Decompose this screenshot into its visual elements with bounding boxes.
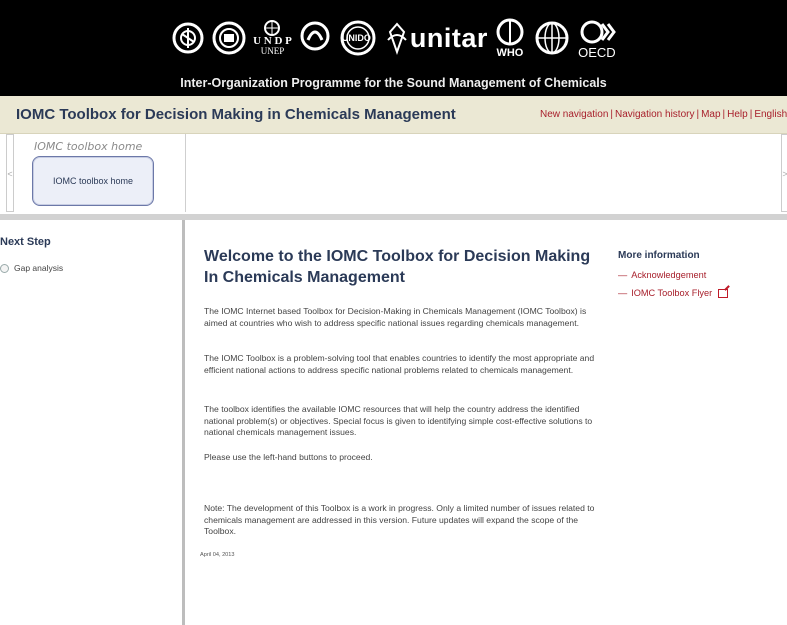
intro-paragraph: The IOMC Internet based Toolbox for Deci… (204, 306, 587, 328)
ilo-logo-icon (211, 18, 247, 58)
help-link[interactable]: Help (727, 109, 748, 120)
who-logo-icon: WHO (494, 18, 526, 59)
acknowledgement-link-label[interactable]: Acknowledgement (631, 270, 706, 280)
un-globe-logo-icon (532, 18, 572, 58)
unido-logo-text: UNIDO (341, 33, 371, 43)
scroll-right-button[interactable]: > (781, 134, 787, 212)
sidebar: Next Step Gap analysis (0, 220, 185, 625)
last-updated-date: April 04, 2013 (200, 552, 235, 558)
who-logo-text: WHO (496, 46, 524, 59)
instructions-paragraph: Please use the left-hand buttons to proc… (204, 452, 373, 462)
more-information-panel: More information — Acknowledgement — IOM… (618, 250, 787, 306)
map-link[interactable]: Map (701, 109, 720, 120)
header-banner: U N D P UNEP UNIDO unitar WHO OECD Inter… (0, 0, 787, 96)
purpose-paragraph: The IOMC Toolbox is a problem-solving to… (204, 353, 595, 375)
title-bar: IOMC Toolbox for Decision Making in Chem… (0, 96, 787, 134)
more-information-heading: More information (618, 250, 700, 261)
new-navigation-link[interactable]: New navigation (540, 109, 608, 120)
unep-logo-icon (298, 18, 332, 58)
nav-caption: IOMC toolbox home (34, 140, 143, 153)
scroll-left-button[interactable]: < (6, 134, 14, 212)
unep-text: UNEP (260, 46, 285, 56)
fao-logo-icon (171, 18, 205, 58)
oecd-logo-icon: OECD (578, 18, 616, 59)
resources-paragraph: The toolbox identifies the available IOM… (204, 404, 593, 438)
undp-logo-text: U N D P (253, 35, 292, 47)
gap-analysis-radio[interactable] (0, 263, 9, 273)
partner-logos: U N D P UNEP UNIDO unitar WHO OECD (0, 8, 787, 68)
oecd-logo-text: OECD (578, 44, 616, 60)
main-content: Welcome to the IOMC Toolbox for Decision… (186, 220, 787, 625)
toolbox-flyer-link-label[interactable]: IOMC Toolbox Flyer (631, 288, 712, 298)
undp-logo-icon: U N D P UNEP (253, 20, 292, 56)
top-navigation: New navigation | Navigation history | Map | He… (540, 109, 787, 120)
language-link[interactable]: English (754, 109, 787, 120)
toolbox-flyer-link[interactable]: — IOMC Toolbox Flyer (618, 288, 787, 298)
acknowledgement-link[interactable]: — Acknowledgement (618, 270, 787, 280)
note-paragraph: Note: The development of this Toolbox is… (204, 503, 595, 537)
navigation-history-link[interactable]: Navigation history (615, 109, 694, 120)
option-gap-analysis[interactable]: Gap analysis (0, 263, 63, 273)
banner-subtitle: Inter-Organization Programme for the Sou… (180, 76, 607, 90)
unido-logo-icon: UNIDO (338, 18, 378, 58)
welcome-heading: Welcome to the IOMC Toolbox for Decision… (204, 248, 591, 286)
navigation-strip: < IOMC toolbox home IOMC toolbox home > (0, 134, 787, 216)
unitar-logo-icon: unitar (384, 18, 488, 58)
next-step-heading: Next Step (0, 236, 51, 248)
page-title: IOMC Toolbox for Decision Making in Chem… (16, 106, 456, 123)
gap-analysis-label: Gap analysis (14, 263, 64, 273)
unitar-logo-text: unitar (409, 22, 488, 53)
toolbox-home-button[interactable]: IOMC toolbox home (32, 156, 154, 206)
external-link-icon (718, 288, 729, 298)
